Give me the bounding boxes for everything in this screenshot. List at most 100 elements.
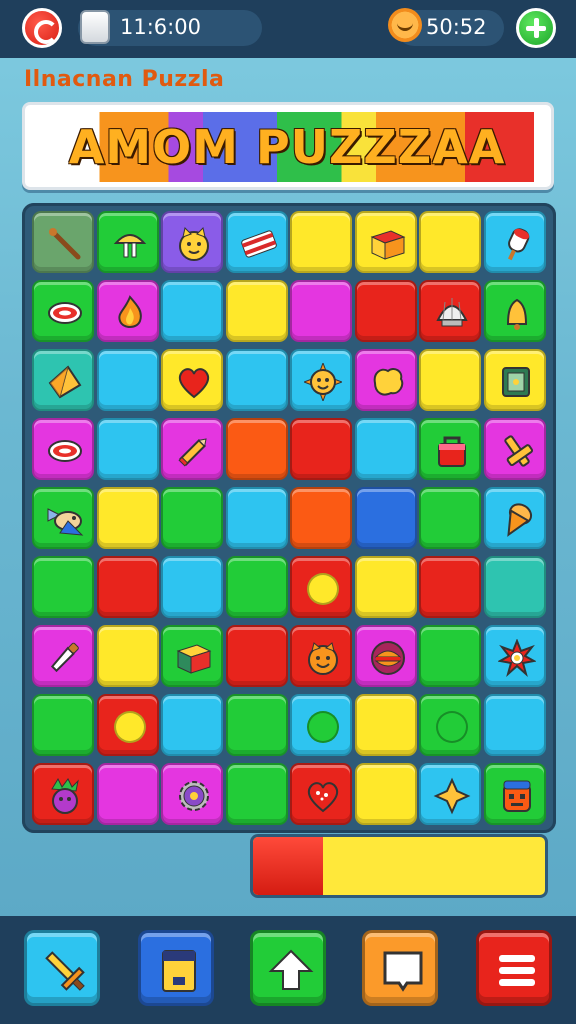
board-tile[interactable]	[483, 625, 546, 687]
board-tile[interactable]	[32, 763, 94, 825]
board-tile[interactable]	[483, 556, 546, 618]
sword-button[interactable]	[24, 930, 100, 1006]
frame-icon	[383, 951, 423, 992]
dot-token	[436, 711, 468, 743]
board-tile[interactable]	[225, 487, 288, 549]
menu-icon	[499, 955, 535, 986]
board-tile[interactable]	[161, 418, 223, 480]
meat-icon	[48, 302, 82, 324]
add-button[interactable]	[516, 8, 556, 48]
board-tile[interactable]	[96, 280, 159, 342]
popsicle-icon	[507, 228, 529, 261]
board-tile[interactable]	[96, 694, 159, 756]
board-tile[interactable]	[32, 625, 94, 687]
card-icon	[162, 950, 196, 992]
frame-button[interactable]	[362, 930, 438, 1006]
board-tile[interactable]	[96, 487, 159, 549]
dot-token	[307, 711, 339, 743]
board-tile[interactable]	[161, 625, 223, 687]
board-tile[interactable]	[290, 625, 352, 687]
back-button[interactable]	[22, 8, 62, 48]
board-tile[interactable]	[32, 211, 94, 273]
timer-card-icon	[80, 10, 110, 44]
stick-icon	[49, 228, 81, 260]
board-tile[interactable]	[225, 556, 288, 618]
board-tile[interactable]	[419, 556, 481, 618]
board-tile[interactable]	[483, 694, 546, 756]
board-tile[interactable]	[483, 349, 546, 411]
board-tile[interactable]	[483, 763, 546, 825]
board-tile[interactable]	[161, 556, 223, 618]
board-tile[interactable]	[290, 556, 352, 618]
board-tile[interactable]	[32, 418, 94, 480]
book-icon	[501, 367, 530, 397]
dot-token	[307, 573, 339, 605]
board-tile[interactable]	[161, 694, 223, 756]
board-tile[interactable]	[161, 349, 223, 411]
board-tile[interactable]	[161, 487, 223, 549]
beet-icon	[51, 777, 79, 814]
board-tile[interactable]	[419, 625, 481, 687]
board-tile[interactable]	[96, 349, 159, 411]
board-tile[interactable]	[419, 487, 481, 549]
board-tile[interactable]	[96, 625, 159, 687]
board-tile[interactable]	[354, 280, 417, 342]
board-tile[interactable]	[354, 349, 417, 411]
card-button[interactable]	[138, 930, 214, 1006]
board-tile[interactable]	[96, 556, 159, 618]
board-tile[interactable]	[225, 763, 288, 825]
board-tile[interactable]	[354, 556, 417, 618]
board-tile[interactable]	[32, 487, 94, 549]
board-tile[interactable]	[419, 280, 481, 342]
board-tile[interactable]	[225, 211, 288, 273]
board-tile[interactable]	[32, 349, 94, 411]
board-tile[interactable]	[290, 694, 352, 756]
mushroom-icon	[113, 234, 146, 258]
board-tile[interactable]	[290, 763, 352, 825]
board-tile[interactable]	[290, 487, 352, 549]
board-tile[interactable]	[354, 625, 417, 687]
board-tile[interactable]	[32, 694, 94, 756]
board-tile[interactable]	[32, 280, 94, 342]
board-tile[interactable]	[290, 349, 352, 411]
board-tile[interactable]	[290, 211, 352, 273]
board-tile[interactable]	[290, 280, 352, 342]
arrow-up-button[interactable]	[250, 930, 326, 1006]
menu-button[interactable]	[476, 930, 552, 1006]
heart-icon	[307, 782, 339, 813]
board-tile[interactable]	[419, 211, 481, 273]
star-icon	[433, 777, 471, 815]
board-tile[interactable]	[354, 211, 417, 273]
heart-icon	[178, 368, 210, 399]
board-tile[interactable]	[290, 418, 352, 480]
board-tile[interactable]	[483, 487, 546, 549]
board-tile[interactable]	[96, 763, 159, 825]
board-tile[interactable]	[161, 763, 223, 825]
board-tile[interactable]	[483, 211, 546, 273]
board-tile[interactable]	[419, 763, 481, 825]
board-tile[interactable]	[225, 349, 288, 411]
robot-icon	[502, 780, 531, 812]
board-tile[interactable]	[161, 211, 223, 273]
board-tile[interactable]	[161, 280, 223, 342]
board-tile[interactable]	[225, 694, 288, 756]
board-tile[interactable]	[96, 418, 159, 480]
board-tile[interactable]	[419, 349, 481, 411]
board-tile[interactable]	[225, 625, 288, 687]
board-tile[interactable]	[96, 211, 159, 273]
cat-face-icon	[179, 227, 209, 261]
cross-icon	[503, 435, 533, 467]
board-tile[interactable]	[32, 556, 94, 618]
board-tile[interactable]	[354, 487, 417, 549]
board-tile[interactable]	[483, 418, 546, 480]
board-tile[interactable]	[419, 418, 481, 480]
board-tile[interactable]	[225, 280, 288, 342]
board-tile[interactable]	[354, 763, 417, 825]
board-tile[interactable]	[419, 694, 481, 756]
meat-icon	[48, 440, 82, 462]
board-tile[interactable]	[225, 418, 288, 480]
board-tile[interactable]	[354, 694, 417, 756]
board-tile[interactable]	[483, 280, 546, 342]
board-tile[interactable]	[354, 418, 417, 480]
arrow-up-icon	[268, 949, 314, 990]
